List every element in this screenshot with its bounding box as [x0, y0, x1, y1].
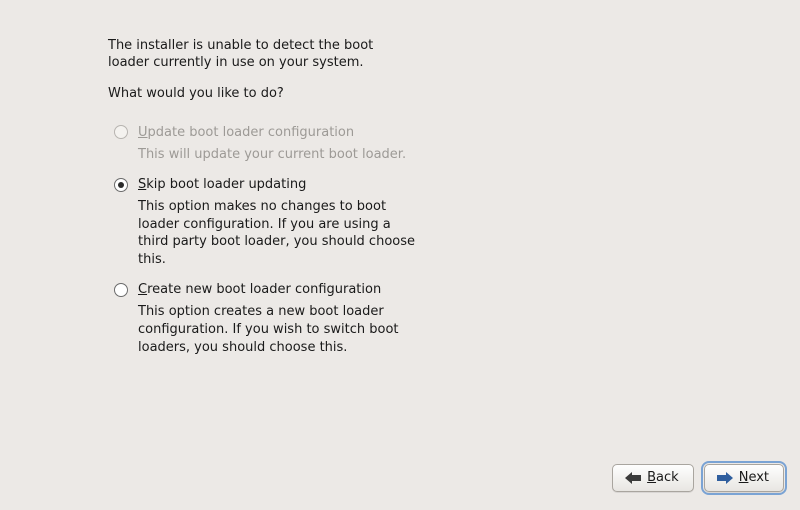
- option-create[interactable]: Create new boot loader configuration Thi…: [114, 282, 538, 356]
- option-create-rest: reate new boot loader configuration: [147, 282, 381, 297]
- option-skip-rest: kip boot loader updating: [146, 177, 306, 192]
- footer-buttons: Back Next: [612, 464, 784, 492]
- option-create-mnemonic: C: [138, 282, 147, 297]
- option-skip-desc: This option makes no changes to boot loa…: [138, 198, 418, 268]
- option-skip[interactable]: Skip boot loader updating This option ma…: [114, 177, 538, 268]
- prompt-text: What would you like to do?: [108, 86, 538, 103]
- radio-create[interactable]: [114, 283, 128, 297]
- intro-line-2: loader currently in use on your system.: [108, 55, 364, 70]
- intro-text: The installer is unable to detect the bo…: [108, 38, 538, 72]
- main-content: The installer is unable to detect the bo…: [108, 38, 538, 370]
- back-mnemonic: B: [647, 470, 656, 485]
- option-update-label: Update boot loader configuration: [138, 125, 354, 140]
- next-button[interactable]: Next: [704, 464, 784, 492]
- next-button-label: Next: [739, 470, 769, 485]
- option-update-desc: This will update your current boot loade…: [138, 146, 418, 164]
- next-mnemonic: N: [739, 470, 749, 485]
- options-group: Update boot loader configuration This wi…: [114, 125, 538, 356]
- arrow-left-icon: [625, 472, 641, 484]
- radio-skip[interactable]: [114, 178, 128, 192]
- back-rest: ack: [656, 470, 679, 485]
- option-update-head: Update boot loader configuration: [114, 125, 538, 140]
- back-button[interactable]: Back: [612, 464, 694, 492]
- option-update-mnemonic: U: [138, 125, 148, 140]
- option-create-head: Create new boot loader configuration: [114, 282, 538, 297]
- next-rest: ext: [748, 470, 769, 485]
- option-skip-head: Skip boot loader updating: [114, 177, 538, 192]
- option-create-label[interactable]: Create new boot loader configuration: [138, 282, 381, 297]
- installer-bootloader-page: The installer is unable to detect the bo…: [0, 0, 800, 510]
- option-create-desc: This option creates a new boot loader co…: [138, 303, 418, 356]
- radio-update: [114, 125, 128, 139]
- option-update-rest: pdate boot loader configuration: [148, 125, 355, 140]
- arrow-right-icon: [717, 472, 733, 484]
- option-update: Update boot loader configuration This wi…: [114, 125, 538, 164]
- option-skip-label[interactable]: Skip boot loader updating: [138, 177, 306, 192]
- back-button-label: Back: [647, 470, 679, 485]
- intro-line-1: The installer is unable to detect the bo…: [108, 38, 373, 53]
